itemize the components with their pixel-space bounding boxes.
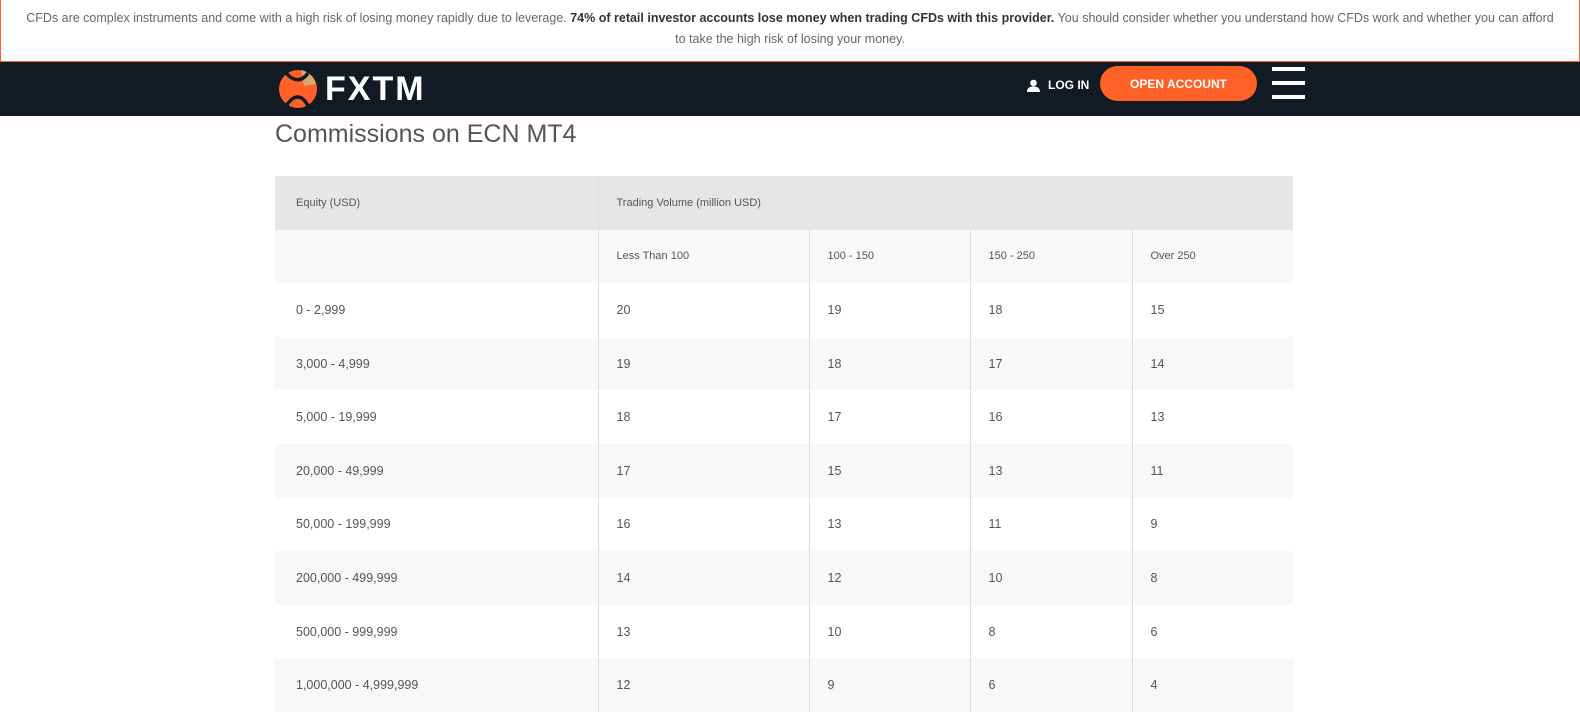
login-label: LOG IN (1048, 78, 1090, 92)
column-header: Less Than 100 (597, 229, 809, 284)
table-row: 5,000 - 19,999 18 17 16 13 (275, 390, 1293, 444)
open-account-button[interactable]: OPEN ACCOUNT (1100, 66, 1257, 101)
commissions-table: Equity (USD) Trading Volume (million USD… (275, 176, 1293, 712)
risk-text: CFDs are complex instruments and come wi… (26, 11, 571, 25)
commission-cell: 13 (808, 497, 970, 552)
commission-cell: 17 (597, 443, 809, 498)
equity-cell: 1,000,000 - 4,999,999 (275, 658, 598, 712)
column-header: 150 - 250 (969, 229, 1132, 284)
column-header: 100 - 150 (808, 229, 970, 284)
empty-header-cell (275, 229, 598, 284)
commission-cell: 9 (808, 658, 970, 712)
commission-cell: 11 (1131, 443, 1293, 498)
commission-cell: 8 (1131, 551, 1293, 605)
commission-cell: 16 (969, 390, 1132, 444)
commission-cell: 17 (808, 390, 970, 444)
commission-cell: 12 (597, 658, 809, 712)
commission-cell: 12 (808, 551, 970, 605)
commission-cell: 13 (969, 443, 1132, 498)
logo-mark-icon (279, 70, 317, 108)
equity-cell: 0 - 2,999 (296, 302, 346, 317)
commission-cell: 18 (597, 390, 809, 444)
login-link[interactable]: LOG IN (1027, 78, 1089, 92)
commission-cell: 9 (1131, 497, 1293, 552)
commission-cell: 6 (969, 658, 1132, 712)
commission-cell: 13 (597, 604, 809, 659)
page-title: Commissions on ECN MT4 (275, 120, 577, 148)
commission-cell: 10 (969, 551, 1132, 605)
equity-cell: 3,000 - 4,999 (275, 336, 598, 391)
commission-cell: 4 (1131, 658, 1293, 712)
commission-cell: 11 (969, 497, 1132, 552)
commission-cell: 17 (969, 336, 1132, 391)
equity-cell: 50,000 - 199,999 (296, 517, 391, 532)
table-row: 3,000 - 4,999 19 18 17 14 (275, 336, 1293, 391)
commission-cell: 20 (597, 283, 809, 337)
table-row: 200,000 - 499,999 14 12 10 8 (275, 551, 1293, 605)
equity-cell: 200,000 - 499,999 (275, 551, 598, 605)
table-row: 1,000,000 - 4,999,999 12 9 6 4 (275, 658, 1293, 712)
commission-cell: 14 (1131, 336, 1293, 391)
equity-header: Equity (USD) (275, 176, 598, 230)
commission-cell: 14 (597, 551, 809, 605)
commission-cell: 18 (808, 336, 970, 391)
commission-cell: 19 (597, 336, 809, 391)
equity-cell: 500,000 - 999,999 (296, 624, 398, 639)
fxtm-logo[interactable]: FXTM (277, 68, 426, 110)
site-header: FXTM LOG IN OPEN ACCOUNT (0, 62, 1580, 116)
commission-cell: 13 (1131, 390, 1293, 444)
hamburger-menu-icon[interactable] (1272, 67, 1305, 99)
table-row: 500,000 - 999,999 13 10 8 6 (275, 604, 1293, 659)
volume-header: Trading Volume (million USD) (597, 176, 1293, 230)
equity-cell: 5,000 - 19,999 (296, 410, 377, 425)
equity-cell: 20,000 - 49,999 (275, 443, 598, 498)
commission-cell: 15 (1131, 283, 1293, 337)
table-row: 20,000 - 49,999 17 15 13 11 (275, 443, 1293, 498)
commission-cell: 18 (969, 283, 1132, 337)
user-icon (1027, 79, 1040, 92)
risk-text-bold: 74% of retail investor accounts lose mon… (570, 11, 1055, 25)
commission-cell: 15 (808, 443, 970, 498)
logo-text: FXTM (325, 69, 426, 108)
table-row: 0 - 2,999 20 19 18 15 (275, 283, 1293, 337)
commission-cell: 16 (597, 497, 809, 552)
table-row: 50,000 - 199,999 16 13 11 9 (275, 497, 1293, 552)
commission-cell: 8 (969, 604, 1132, 659)
risk-warning-banner: CFDs are complex instruments and come wi… (0, 0, 1580, 62)
column-header: Over 250 (1131, 229, 1293, 284)
commission-cell: 19 (808, 283, 970, 337)
commission-cell: 6 (1131, 604, 1293, 659)
commission-cell: 10 (808, 604, 970, 659)
